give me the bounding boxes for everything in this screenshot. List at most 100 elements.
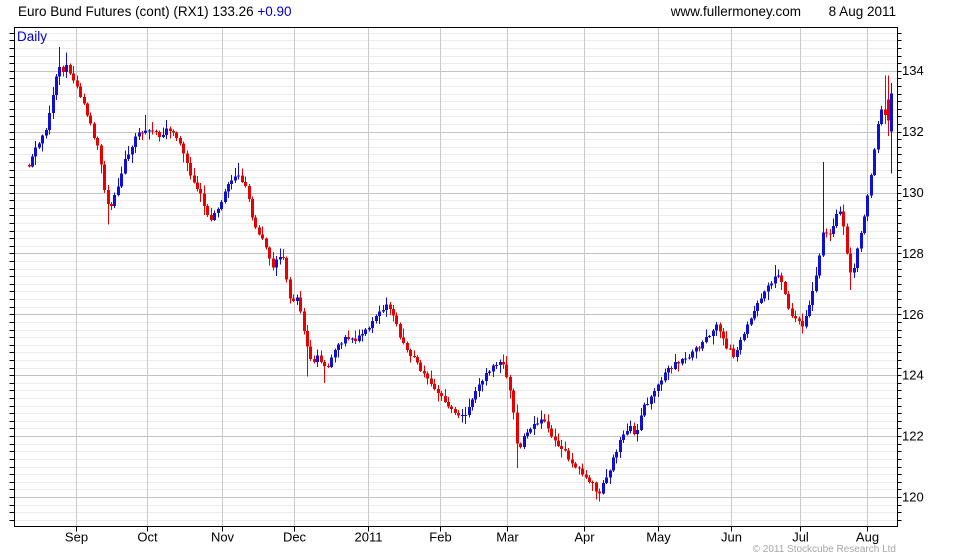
candle [560, 440, 563, 458]
candle [674, 354, 677, 370]
candle [743, 331, 746, 342]
candle [296, 294, 299, 306]
candle [189, 156, 192, 180]
candle [134, 132, 137, 153]
candle [512, 388, 515, 420]
y-tick-label: 122 [902, 429, 924, 444]
candle [279, 248, 282, 265]
candle [120, 166, 123, 188]
candle [313, 355, 316, 364]
candle [543, 414, 546, 423]
candle [547, 414, 550, 433]
candle [248, 184, 251, 202]
candle [581, 463, 584, 477]
candle [337, 342, 340, 358]
candle [633, 422, 636, 436]
candle [667, 365, 670, 381]
candle [519, 442, 522, 449]
candle [688, 353, 691, 360]
candle [684, 352, 687, 364]
candle [55, 73, 58, 100]
candle [791, 302, 794, 319]
candle [347, 330, 350, 341]
candle [750, 317, 753, 327]
candle [516, 404, 519, 469]
candle [753, 305, 756, 321]
candle [595, 481, 598, 500]
candle [550, 424, 553, 438]
candle [832, 218, 835, 237]
candle [890, 82, 893, 174]
y-tick-label: 130 [902, 185, 924, 200]
candle [554, 428, 557, 447]
candle [285, 256, 288, 283]
candle [485, 368, 488, 386]
candle [227, 181, 230, 199]
candle [701, 340, 704, 351]
candle [213, 210, 216, 222]
candle [389, 302, 392, 315]
candle [327, 363, 330, 369]
candle [784, 280, 787, 296]
candle [691, 349, 694, 361]
candle [609, 469, 612, 484]
candle [138, 127, 141, 140]
candle [822, 162, 825, 258]
candles-layer [28, 46, 893, 502]
candle [811, 282, 814, 311]
candle [767, 282, 770, 301]
candle [272, 252, 275, 271]
candle [378, 305, 381, 324]
candle [433, 379, 436, 391]
candle [275, 255, 278, 276]
candle [52, 87, 55, 120]
candle [45, 127, 48, 139]
candle [670, 366, 673, 374]
candle [261, 226, 264, 240]
candle [533, 416, 536, 436]
candle [629, 420, 632, 434]
candle [358, 329, 361, 343]
candle [794, 310, 797, 323]
candle [148, 129, 151, 140]
x-tick-label: Dec [283, 530, 307, 545]
x-tick-label: 2011 [355, 530, 383, 545]
y-tick-label: 132 [902, 124, 924, 139]
candlestick-chart: Sep Oct Nov Dec 2011 Feb Mar Apr May Jun Jul Aug 120… [9, 27, 924, 545]
x-tick-label: May [646, 530, 671, 545]
candle [268, 246, 271, 266]
candle [330, 354, 333, 369]
candle [69, 63, 72, 76]
candle [89, 112, 92, 126]
y-tick-label: 124 [902, 368, 924, 383]
candle [887, 75, 890, 137]
candle [364, 328, 367, 337]
candle [478, 378, 481, 398]
candle [640, 407, 643, 432]
candle [870, 173, 873, 198]
x-tick-label: Nov [211, 530, 235, 545]
candle [172, 129, 175, 136]
candle [839, 206, 842, 216]
candle [419, 360, 422, 373]
candle [127, 145, 130, 162]
candle [113, 192, 116, 208]
candle [303, 308, 306, 335]
candle [361, 329, 364, 342]
period-label: Daily [17, 29, 48, 44]
candle [62, 65, 65, 77]
x-tick-label: Jul [792, 530, 809, 545]
candle [72, 66, 75, 84]
candle [760, 293, 763, 305]
candle [34, 141, 37, 166]
candle [863, 214, 866, 235]
candle [805, 309, 808, 329]
candle [588, 475, 591, 484]
candle [715, 321, 718, 336]
candle [244, 176, 247, 188]
y-tick-label: 134 [902, 63, 924, 78]
candle [619, 437, 622, 458]
candle [612, 454, 615, 472]
candle [571, 452, 574, 468]
x-tick-label: Jun [721, 530, 742, 545]
